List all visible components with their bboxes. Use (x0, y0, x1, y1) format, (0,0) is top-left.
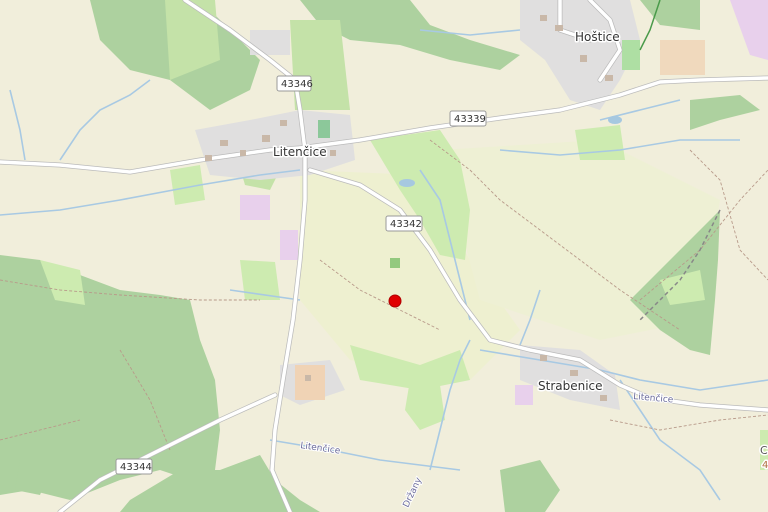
road-ref-43344: 43344 (115, 458, 153, 475)
road-ref-label: 43346 (281, 79, 313, 90)
edge-place-label-2: 4 (762, 460, 768, 471)
road-ref-43339: 43339 (449, 110, 487, 127)
map-canvas[interactable]: Litenčice Hoštice Strabenice 43346 43339… (0, 0, 768, 512)
road-ref-label: 43339 (454, 114, 486, 125)
road-ref-43342: 43342 (385, 215, 423, 232)
stream-label: Držany (402, 476, 425, 510)
edge-place-label: C (760, 444, 768, 457)
place-label-hostice[interactable]: Hoštice (574, 29, 622, 46)
place-label-strabenice[interactable]: Strabenice (537, 378, 605, 395)
stream-label: Litenčice (633, 391, 674, 406)
stream-label: Litenčice (300, 440, 342, 457)
road-ref-43346: 43346 (276, 75, 313, 92)
road-ref-label: 43342 (390, 219, 422, 230)
place-label-litencice[interactable]: Litenčice (272, 144, 329, 161)
road-ref-label: 43344 (120, 462, 152, 473)
label-layer: Litenčice Hoštice Strabenice 43346 43339… (115, 29, 768, 510)
